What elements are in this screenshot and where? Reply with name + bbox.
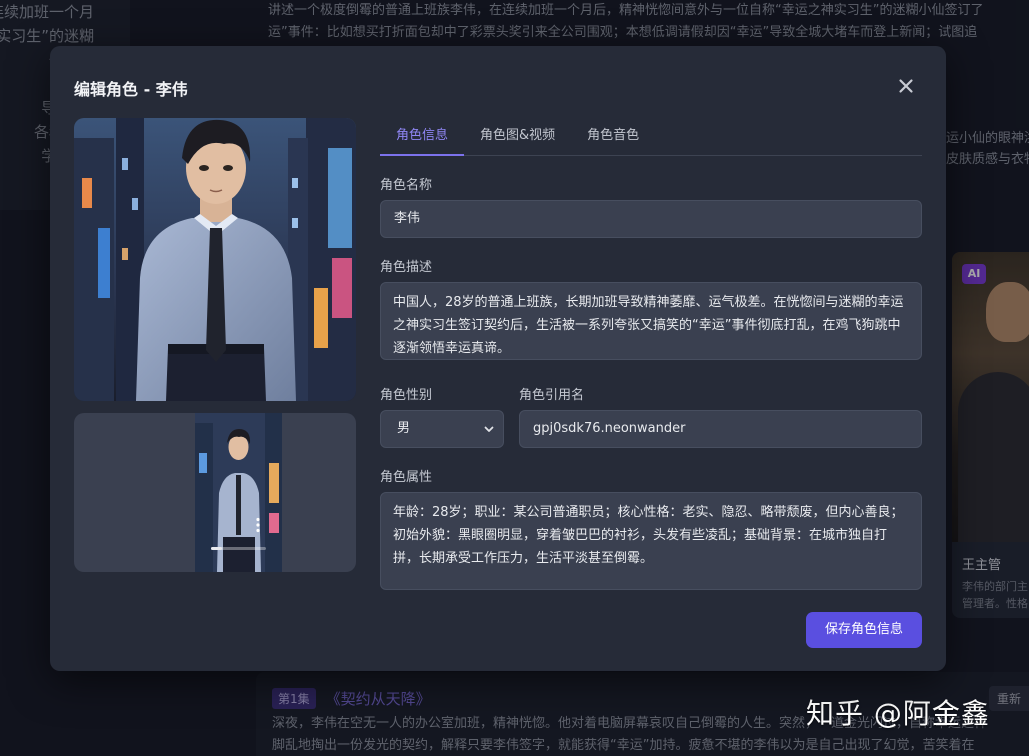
character-tabs: 角色信息 角色图&视频 角色音色 [380, 118, 922, 156]
edit-character-modal: 编辑角色 - 李伟 角色信息 角色图&视频 角色音色 角色名称 李伟 角色描述 … [50, 46, 946, 671]
tab-character-info[interactable]: 角色信息 [380, 118, 465, 156]
character-portrait-image [74, 118, 356, 401]
attributes-label: 角色属性 [380, 470, 433, 485]
gender-value: 男 [397, 421, 411, 436]
gender-label: 角色性别 [380, 388, 433, 403]
save-character-button[interactable]: 保存角色信息 [806, 612, 922, 648]
character-video-panel[interactable] [74, 413, 356, 572]
attributes-textarea[interactable]: 年龄：28岁；职业：某公司普通职员；核心性格：老实、隐忍、略带颓废，但内心善良；… [380, 492, 922, 590]
video-progress-bar[interactable] [211, 547, 266, 550]
tab-character-media[interactable]: 角色图&视频 [464, 118, 571, 156]
description-label: 角色描述 [380, 260, 433, 275]
name-input[interactable]: 李伟 [380, 200, 922, 238]
more-vertical-icon[interactable] [255, 517, 261, 533]
character-portrait [74, 118, 356, 401]
gender-select[interactable]: 男 [380, 410, 504, 448]
description-textarea[interactable]: 中国人，28岁的普通上班族，长期加班导致精神萎靡、运气极差。在恍惚间与迷糊的幸运… [380, 282, 922, 360]
video-progress-fill [211, 547, 222, 550]
close-button[interactable] [894, 74, 918, 98]
modal-title: 编辑角色 - 李伟 [74, 80, 188, 99]
name-label: 角色名称 [380, 178, 433, 193]
close-icon [899, 79, 913, 93]
tab-character-voice[interactable]: 角色音色 [571, 118, 655, 156]
reference-name-input[interactable]: gpj0sdk76.neonwander [519, 410, 922, 448]
chevron-down-icon [483, 423, 495, 439]
character-video-thumbnail[interactable] [195, 413, 282, 572]
watermark: 知乎 @阿金鑫 [806, 697, 990, 730]
reference-name-label: 角色引用名 [519, 388, 585, 403]
